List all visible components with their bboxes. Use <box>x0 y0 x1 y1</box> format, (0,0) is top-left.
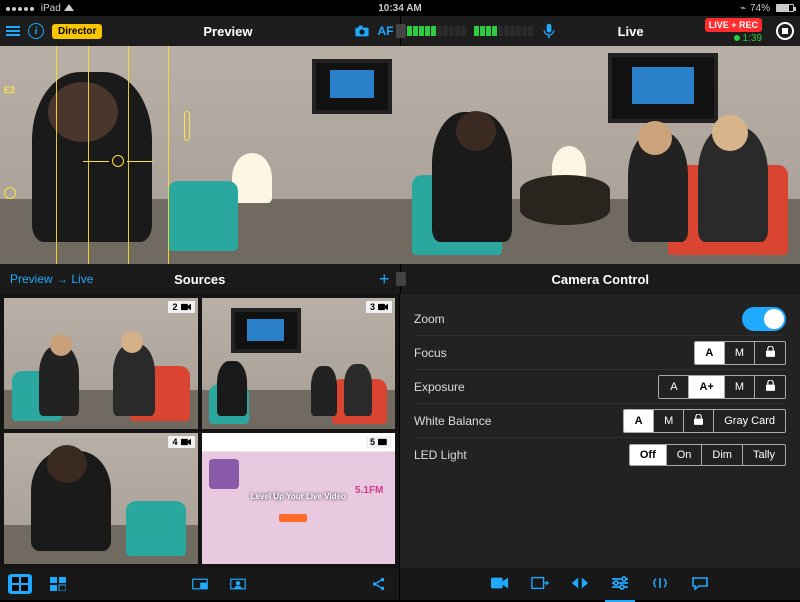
exposure-label: Exposure <box>414 380 465 394</box>
zoom-label: Zoom <box>414 312 445 326</box>
monitor-row: E2 <box>0 46 800 264</box>
source-cta-icon <box>279 514 307 522</box>
exposure-auto[interactable]: A <box>659 376 689 398</box>
topbar-preview-side: i Director Preview AF <box>0 16 401 46</box>
source-thumb[interactable]: 5.1FM Level Up Your Live Video 5 <box>202 433 396 564</box>
led-off[interactable]: Off <box>630 445 667 465</box>
led-dim[interactable]: Dim <box>702 445 743 465</box>
panel-drag-handle[interactable] <box>396 24 406 38</box>
person-overlay-button[interactable] <box>226 574 250 594</box>
source-badge: 2 <box>168 301 194 313</box>
exposure-auto-plus[interactable]: A+ <box>689 376 724 398</box>
wb-manual[interactable]: M <box>654 410 684 432</box>
camera-tab-chat[interactable] <box>691 575 709 594</box>
exposure-manual[interactable]: M <box>725 376 755 398</box>
source-badge: 4 <box>168 436 194 448</box>
bluetooth-icon: ⌁ <box>740 3 746 14</box>
topbar-live-side: Live LIVE + REC 1:39 <box>401 16 800 46</box>
preview-title: Preview <box>203 24 252 39</box>
camera-control-panel: Zoom Focus A M Exposure A A+ M <box>400 294 800 600</box>
sources-title: Sources <box>174 272 225 287</box>
add-source-button[interactable]: + <box>379 269 390 290</box>
camera-tab-output[interactable] <box>531 575 549 594</box>
list-view-button[interactable] <box>46 574 70 594</box>
led-segmented[interactable]: Off On Dim Tally <box>629 444 786 466</box>
wb-row: White Balance A M Gray Card <box>414 404 786 438</box>
focus-manual[interactable]: M <box>725 342 755 364</box>
sources-grid: 2 3 4 <box>0 294 399 568</box>
subheader: Preview → Live Sources + Camera Control <box>0 264 800 294</box>
signal-dots-icon <box>6 7 34 11</box>
camera-bottom-bar <box>400 568 800 600</box>
lower-panels: 2 3 4 <box>0 294 800 600</box>
camera-tab-sliders[interactable] <box>611 575 629 594</box>
focus-lock[interactable] <box>755 342 785 364</box>
led-label: LED Light <box>414 448 467 462</box>
grid-view-button[interactable] <box>8 574 32 594</box>
focus-row: Focus A M <box>414 336 786 370</box>
status-time: 10:34 AM <box>378 3 422 14</box>
wb-label: White Balance <box>414 414 491 428</box>
source-overlay-text: Level Up Your Live Video <box>202 492 396 501</box>
exposure-lock[interactable] <box>755 376 785 398</box>
preview-monitor[interactable]: E2 <box>0 46 400 264</box>
exposure-slider-icon[interactable] <box>112 155 124 167</box>
wifi-icon <box>64 4 74 11</box>
zoom-row: Zoom <box>414 302 786 336</box>
live-monitor[interactable] <box>400 46 800 264</box>
menu-button[interactable] <box>6 26 20 36</box>
rec-status: LIVE + REC 1:39 <box>705 18 762 44</box>
sources-bottom-bar <box>0 568 399 600</box>
source-badge: 3 <box>366 301 392 313</box>
focus-label: Focus <box>414 346 447 360</box>
wb-auto[interactable]: A <box>624 410 654 432</box>
led-tally[interactable]: Tally <box>743 445 785 465</box>
wb-lock[interactable] <box>684 410 714 432</box>
exposure-row: Exposure A A+ M <box>414 370 786 404</box>
device-label: iPad <box>41 3 61 14</box>
preview-to-live-button[interactable]: Preview → Live <box>10 272 93 286</box>
exposure-tag: E2 <box>4 85 15 95</box>
battery-icon <box>776 4 794 12</box>
audio-meter-left <box>407 26 466 36</box>
camera-icon[interactable] <box>354 23 370 39</box>
info-button[interactable]: i <box>28 23 44 39</box>
director-chip[interactable]: Director <box>52 24 102 39</box>
wb-segmented[interactable]: A M Gray Card <box>623 409 786 433</box>
stop-button[interactable] <box>776 22 794 40</box>
zoom-toggle[interactable] <box>742 307 786 331</box>
camera-tab-audio[interactable] <box>651 575 669 594</box>
panel-drag-handle[interactable] <box>396 272 406 286</box>
status-left: iPad <box>6 3 78 14</box>
focus-auto[interactable]: A <box>695 342 725 364</box>
autofocus-button[interactable]: AF <box>378 24 394 38</box>
audio-meter-right <box>474 26 533 36</box>
ipad-status-bar: iPad 10:34 AM ⌁ 74% <box>0 0 800 16</box>
temperature-slider-icon[interactable] <box>184 111 190 141</box>
wb-graycard[interactable]: Gray Card <box>714 410 785 432</box>
focus-segmented[interactable]: A M <box>694 341 786 365</box>
status-right: ⌁ 74% <box>740 3 794 14</box>
pip-button[interactable] <box>188 574 212 594</box>
source-thumb[interactable]: 2 <box>4 298 198 429</box>
camera-tab-video[interactable] <box>491 575 509 594</box>
rec-timer: 1:39 <box>734 33 762 44</box>
camera-tab-flip[interactable] <box>571 575 589 594</box>
anchor-icon[interactable] <box>4 187 16 199</box>
source-thumb[interactable]: 4 <box>4 433 198 564</box>
camera-control-title: Camera Control <box>551 272 649 287</box>
share-button[interactable] <box>367 574 391 594</box>
source-thumb[interactable]: 3 <box>202 298 396 429</box>
app-top-bar: i Director Preview AF Live LIVE + REC 1:… <box>0 16 800 46</box>
mic-button[interactable] <box>541 23 557 39</box>
battery-percent: 74% <box>750 3 770 14</box>
source-badge: 5 <box>366 436 392 448</box>
led-row: LED Light Off On Dim Tally <box>414 438 786 472</box>
sources-panel: 2 3 4 <box>0 294 400 600</box>
led-on[interactable]: On <box>667 445 703 465</box>
live-rec-chip: LIVE + REC <box>705 18 762 32</box>
live-title: Live <box>618 24 644 39</box>
exposure-segmented[interactable]: A A+ M <box>658 375 786 399</box>
